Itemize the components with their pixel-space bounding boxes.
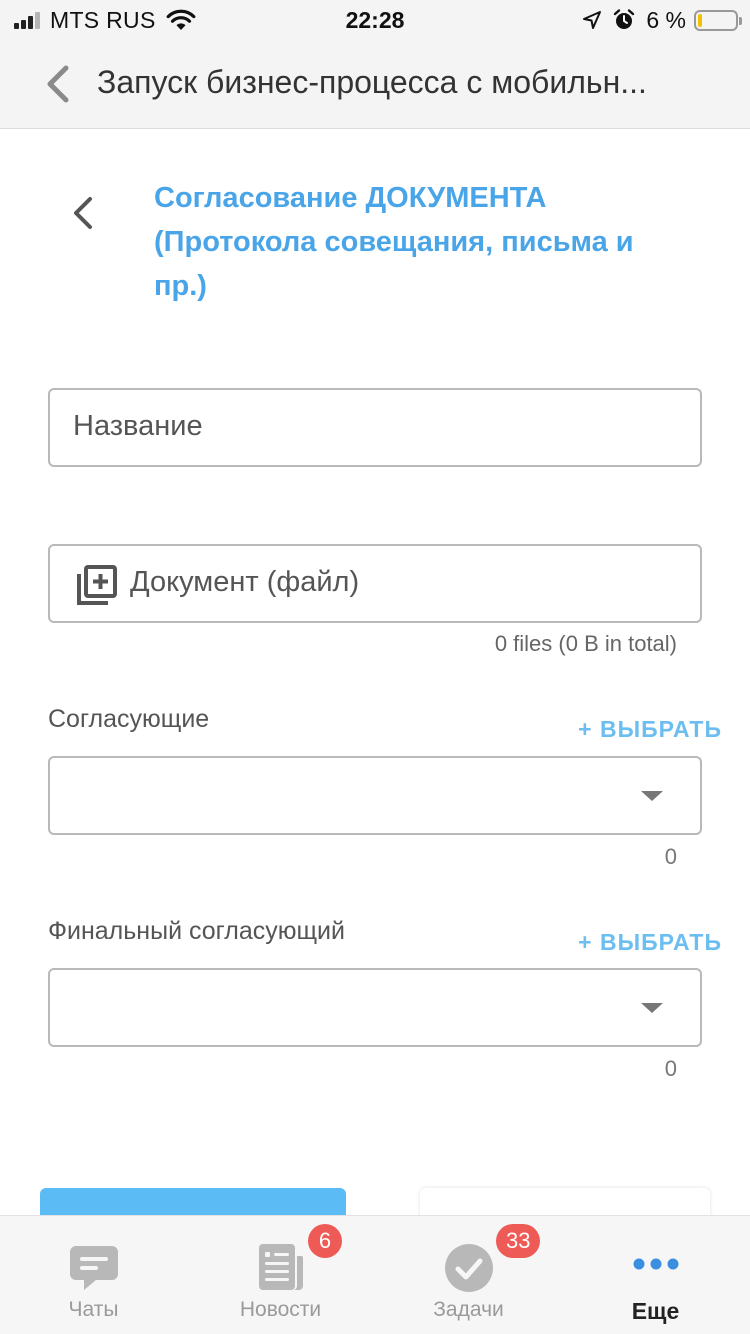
page-title: Запуск бизнес-процесса с мобильн...	[97, 64, 647, 100]
tab-label: Задачи	[433, 1298, 504, 1321]
tab-more[interactable]: Еще	[562, 1216, 749, 1334]
final-approver-dropdown[interactable]	[48, 968, 702, 1047]
back-chevron-icon[interactable]	[40, 64, 80, 104]
more-icon	[633, 1258, 678, 1270]
status-right: 6 %	[582, 6, 742, 33]
tab-label: Новости	[239, 1298, 322, 1321]
chat-icon	[69, 1246, 118, 1290]
form-title: Согласование ДОКУМЕНТА (Протокола совеща…	[154, 182, 634, 302]
news-icon	[258, 1244, 303, 1290]
form-back-chevron-icon[interactable]	[66, 195, 102, 231]
document-file-field[interactable]: Документ (файл)	[48, 544, 702, 623]
status-bar: MTS RUS 22:28 6 %	[0, 0, 750, 40]
final-approver-count: 0	[664, 1056, 677, 1081]
approvers-count: 0	[664, 844, 677, 869]
battery-percent: 6 %	[646, 6, 686, 33]
battery-icon	[694, 9, 742, 31]
tab-chats[interactable]: Чаты	[0, 1216, 187, 1334]
approvers-select-link[interactable]: + ВЫБРАТЬ	[578, 716, 722, 743]
alarm-icon	[614, 9, 635, 29]
tasks-badge: 33	[496, 1224, 541, 1258]
tab-bar: Чаты 6 Новости 33 Задачи Еще	[0, 1215, 750, 1334]
news-badge: 6	[308, 1224, 342, 1258]
tasks-icon	[444, 1244, 493, 1292]
dropdown-arrow-icon	[641, 1003, 663, 1013]
final-approver-select-link[interactable]: + ВЫБРАТЬ	[578, 929, 722, 956]
navigation-bar: Запуск бизнес-процесса с мобильн...	[0, 40, 750, 129]
tab-news[interactable]: 6 Новости	[187, 1216, 374, 1334]
final-approver-label: Финальный согласующий	[48, 917, 345, 945]
tab-label: Чаты	[68, 1298, 119, 1321]
name-input[interactable]: Название	[48, 388, 702, 467]
files-info: 0 files (0 B in total)	[494, 631, 677, 656]
add-file-icon	[77, 565, 117, 605]
tab-tasks[interactable]: 33 Задачи	[375, 1216, 562, 1334]
approvers-label: Согласующие	[48, 705, 210, 733]
location-icon	[583, 11, 602, 29]
tab-label: Еще	[631, 1298, 680, 1324]
document-placeholder: Документ (файл)	[130, 566, 360, 598]
name-placeholder: Название	[73, 410, 203, 442]
dropdown-arrow-icon	[641, 791, 663, 801]
approvers-dropdown[interactable]	[48, 756, 702, 835]
